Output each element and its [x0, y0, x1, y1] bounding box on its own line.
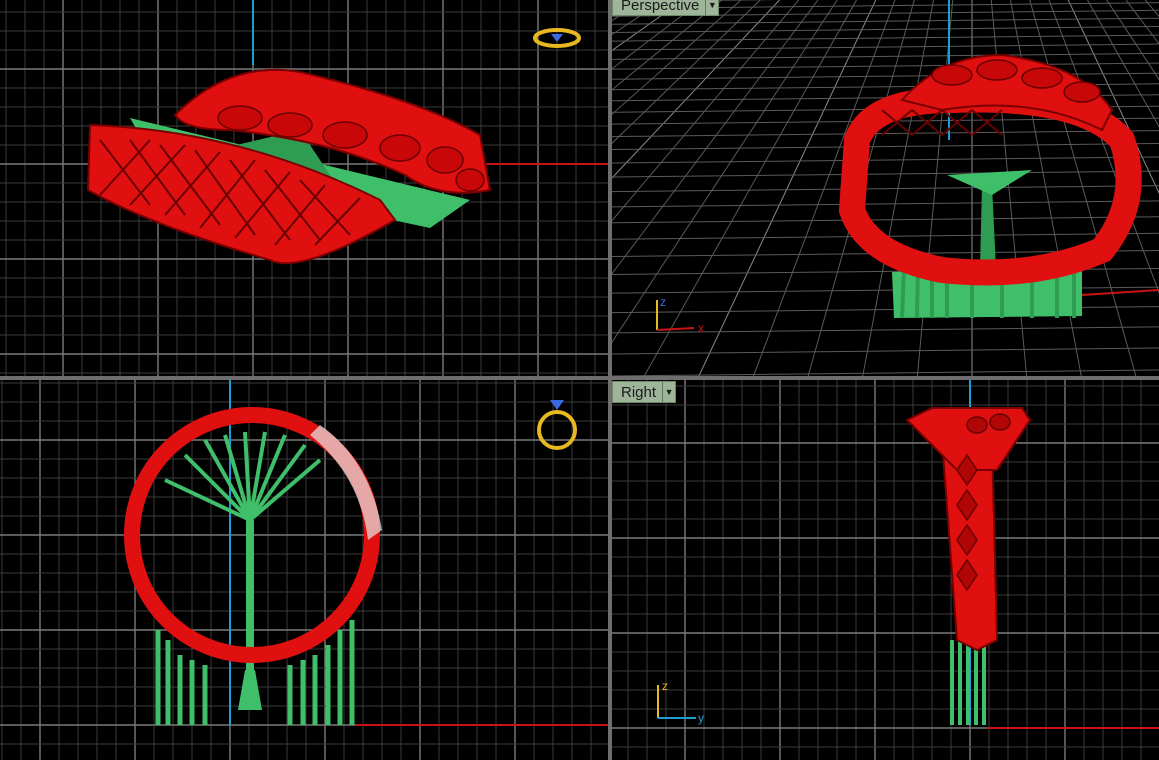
viewport-name: Right: [621, 383, 657, 401]
ring-highlight: [310, 425, 382, 540]
chevron-down-icon[interactable]: ▼: [662, 382, 675, 402]
viewport-top-canvas[interactable]: [0, 0, 608, 376]
viewport-name: Perspective: [621, 0, 700, 14]
axis-gizmo: z y: [657, 679, 704, 725]
z-axis-label: z: [660, 295, 666, 309]
viewport-front[interactable]: [0, 380, 608, 760]
viewport-perspective-canvas[interactable]: z x: [612, 0, 1159, 376]
viewport-divider-horizontal[interactable]: [0, 376, 1159, 380]
tab-right[interactable]: Right ▼: [612, 381, 677, 403]
central-support: [980, 185, 996, 268]
viewport-divider-vertical[interactable]: [608, 0, 612, 760]
y-axis-label: y: [698, 711, 704, 725]
axis-gizmo: z x: [656, 295, 704, 335]
viewport-right[interactable]: z y: [612, 380, 1159, 760]
viewport-top[interactable]: [0, 0, 608, 376]
x-axis-label: x: [698, 321, 704, 335]
viewport-right-canvas[interactable]: z y: [612, 380, 1159, 760]
tab-perspective[interactable]: Perspective ▼: [612, 0, 720, 16]
grid: [612, 0, 1159, 376]
support-top: [947, 170, 1032, 195]
viewport-perspective[interactable]: z x: [612, 0, 1159, 376]
chevron-down-icon[interactable]: ▼: [705, 0, 718, 15]
z-axis-label: z: [662, 679, 668, 693]
support-base-cone: [238, 670, 262, 710]
support-spokes: [164, 431, 322, 522]
ring-navigation-icon[interactable]: [537, 400, 577, 450]
x-axis-line: [1081, 289, 1159, 296]
grid: [612, 380, 1159, 760]
viewport-front-canvas[interactable]: [0, 380, 608, 760]
